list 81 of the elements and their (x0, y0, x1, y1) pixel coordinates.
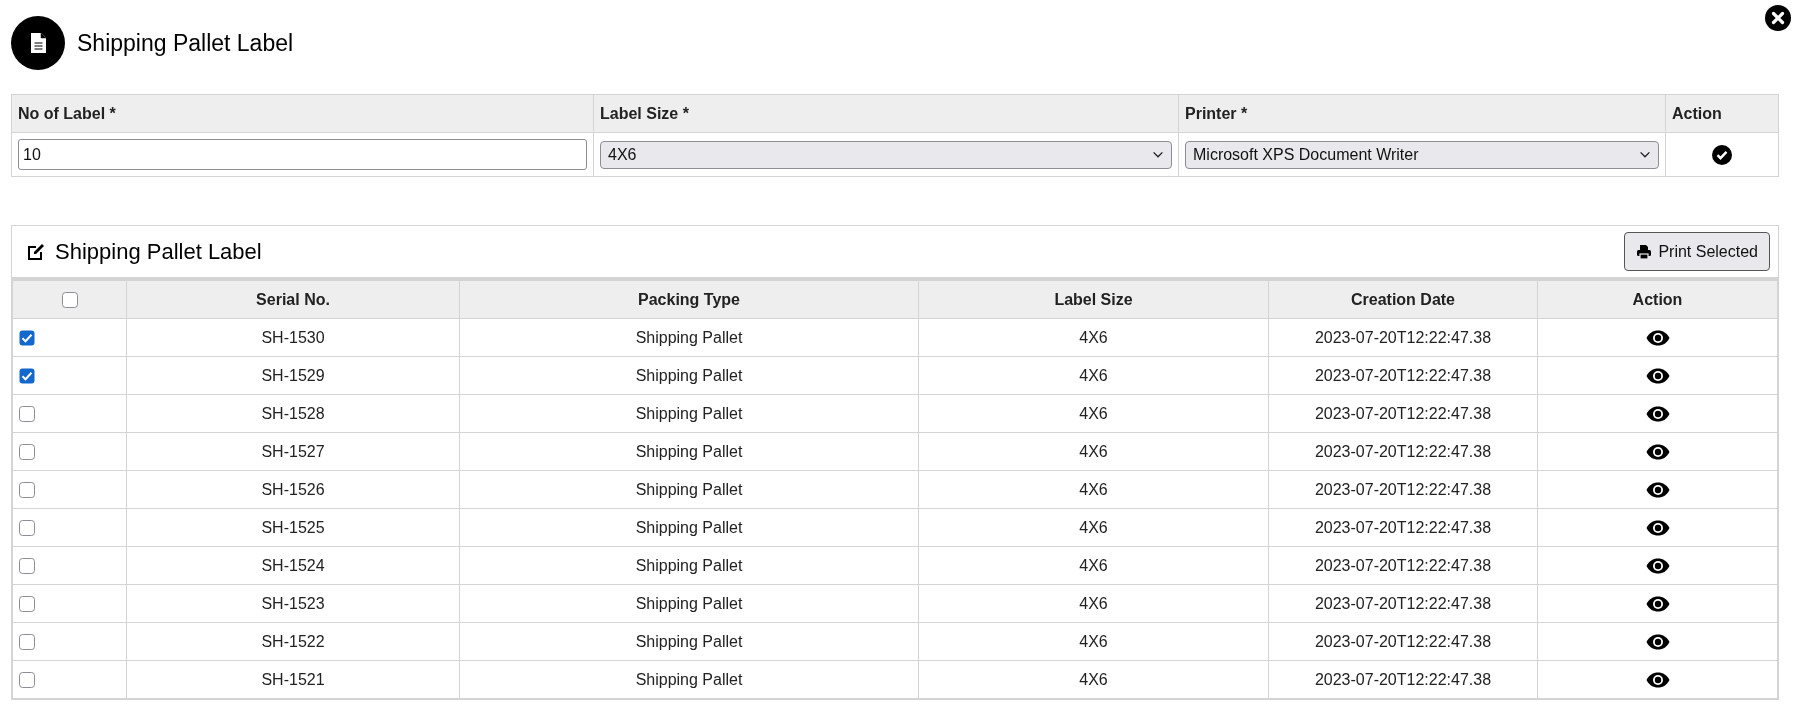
column-header: Printer * (1178, 94, 1666, 133)
document-icon (11, 16, 65, 70)
table-cell: SH-1525 (126, 508, 460, 547)
table-cell: 2023-07-20T12:22:47.38 (1268, 508, 1538, 547)
column-header: Creation Date (1268, 280, 1538, 319)
table-cell: SH-1530 (126, 318, 460, 357)
eye-icon[interactable] (1645, 482, 1670, 499)
eye-icon[interactable] (1645, 672, 1670, 689)
column-header: Action (1665, 94, 1779, 133)
eye-icon[interactable] (1645, 444, 1670, 461)
table-cell: 4X6 (918, 394, 1269, 433)
printer-icon (1636, 243, 1653, 260)
page-title: Shipping Pallet Label (77, 29, 294, 57)
eye-icon[interactable] (1645, 558, 1670, 575)
table-cell: 4X6 (918, 546, 1269, 585)
table-cell: 4X6 (918, 660, 1269, 699)
table-cell: 2023-07-20T12:22:47.38 (1268, 318, 1538, 357)
table-cell: Shipping Pallet (459, 318, 919, 357)
table-cell: 4X6 (918, 508, 1269, 547)
print-selected-button[interactable]: Print Selected (1624, 232, 1770, 271)
checkbox[interactable] (19, 482, 35, 499)
table-cell: 2023-07-20T12:22:47.38 (1268, 660, 1538, 699)
input-field[interactable]: 10 (18, 139, 587, 170)
eye-icon[interactable] (1645, 368, 1670, 385)
column-header: Packing Type (459, 280, 919, 319)
table-cell: SH-1521 (126, 660, 460, 699)
table-cell: 2023-07-20T12:22:47.38 (1268, 546, 1538, 585)
table-cell: Shipping Pallet (459, 356, 919, 395)
checkbox[interactable] (19, 634, 35, 651)
checkbox[interactable] (19, 558, 35, 575)
column-header: No of Label * (11, 94, 594, 133)
column-header: Serial No. (126, 280, 460, 319)
edit-icon (26, 241, 46, 262)
table-cell: Shipping Pallet (459, 584, 919, 623)
table-cell: Shipping Pallet (459, 470, 919, 509)
table-cell: SH-1526 (126, 470, 460, 509)
table-cell: 4X6 (918, 584, 1269, 623)
table-cell: 2023-07-20T12:22:47.38 (1268, 470, 1538, 509)
table-cell: SH-1523 (126, 584, 460, 623)
table-cell: SH-1524 (126, 546, 460, 585)
table-cell: Shipping Pallet (459, 546, 919, 585)
table-cell: Shipping Pallet (459, 432, 919, 471)
close-icon[interactable] (1765, 5, 1791, 31)
eye-icon[interactable] (1645, 634, 1670, 651)
checkbox[interactable] (19, 330, 35, 347)
checkbox[interactable] (19, 406, 35, 423)
table-cell: Shipping Pallet (459, 394, 919, 433)
table-cell: 2023-07-20T12:22:47.38 (1268, 356, 1538, 395)
column-header: Action (1537, 280, 1778, 319)
table-cell: Shipping Pallet (459, 660, 919, 699)
checkbox[interactable] (19, 444, 35, 461)
table-cell: 2023-07-20T12:22:47.38 (1268, 394, 1538, 433)
label-size-dropdown[interactable]: 4X6 (600, 140, 1172, 169)
checkbox[interactable] (19, 368, 35, 385)
table-cell: 4X6 (918, 318, 1269, 357)
table-cell: SH-1527 (126, 432, 460, 471)
column-header: Label Size * (593, 94, 1179, 133)
table-cell: 2023-07-20T12:22:47.38 (1268, 584, 1538, 623)
check-circle-icon[interactable] (1712, 144, 1732, 165)
table-cell: SH-1529 (126, 356, 460, 395)
eye-icon[interactable] (1645, 330, 1670, 347)
table-cell: SH-1522 (126, 622, 460, 661)
table-cell: 4X6 (918, 470, 1269, 509)
panel-title: Shipping Pallet Label (55, 238, 263, 265)
table-cell: 4X6 (918, 356, 1269, 395)
table-cell: SH-1528 (126, 394, 460, 433)
table-cell: 2023-07-20T12:22:47.38 (1268, 622, 1538, 661)
table-cell: 2023-07-20T12:22:47.38 (1268, 432, 1538, 471)
printer-dropdown[interactable]: Microsoft XPS Document Writer (1185, 140, 1659, 169)
checkbox[interactable] (19, 520, 35, 537)
eye-icon[interactable] (1645, 406, 1670, 423)
table-cell: Shipping Pallet (459, 508, 919, 547)
column-header: Label Size (918, 280, 1269, 319)
table-cell: 4X6 (918, 432, 1269, 471)
checkbox[interactable] (19, 672, 35, 689)
checkbox[interactable] (61, 292, 78, 309)
eye-icon[interactable] (1645, 520, 1670, 537)
checkbox[interactable] (19, 596, 35, 613)
eye-icon[interactable] (1645, 596, 1670, 613)
table-cell: 4X6 (918, 622, 1269, 661)
table-cell: Shipping Pallet (459, 622, 919, 661)
